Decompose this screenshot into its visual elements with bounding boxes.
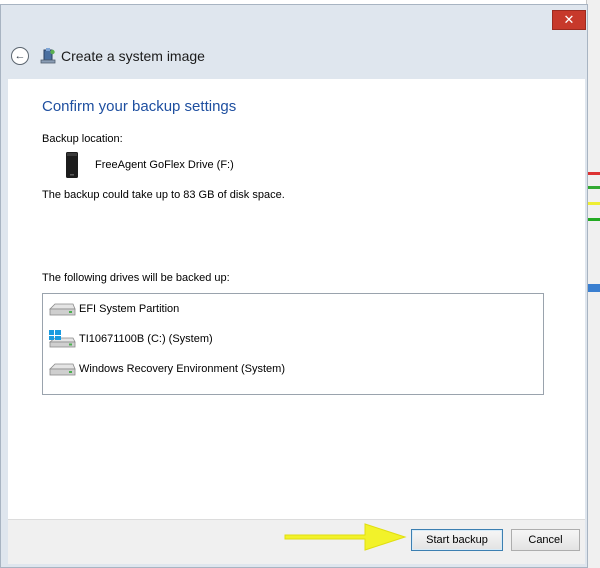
window-title: Create a system image <box>61 48 205 64</box>
backup-location-row: FreeAgent GoFlex Drive (F:) <box>65 151 234 179</box>
drive-label: EFI System Partition <box>79 303 180 315</box>
backup-location-label: Backup location: <box>42 133 123 145</box>
dialog-content: Confirm your backup settings Backup loca… <box>8 79 585 519</box>
drive-label: TI10671100B (C:) (System) <box>79 333 213 345</box>
list-item[interactable]: TI10671100B (C:) (System) <box>47 328 213 350</box>
start-backup-button[interactable]: Start backup <box>411 529 503 551</box>
system-image-dialog: ✕ ← Create a system image Confirm your b… <box>0 4 588 568</box>
background-red-strip <box>588 172 600 175</box>
disk-space-text: The backup could take up to 83 GB of dis… <box>42 189 285 201</box>
drives-label: The following drives will be backed up: <box>42 272 230 284</box>
annotation-arrow-icon <box>284 523 407 551</box>
list-item[interactable]: Windows Recovery Environment (System) <box>47 358 285 380</box>
backup-location-drive: FreeAgent GoFlex Drive (F:) <box>95 159 234 171</box>
drives-list[interactable]: EFI System Partition TI10671100B (C:) (S… <box>42 293 544 395</box>
back-button[interactable]: ← <box>11 47 29 65</box>
cancel-button[interactable]: Cancel <box>511 529 580 551</box>
hard-drive-icon <box>49 303 76 316</box>
background-green-strip <box>588 186 600 189</box>
background-yellow-strip <box>588 202 600 205</box>
close-button[interactable]: ✕ <box>552 10 586 30</box>
backup-app-icon <box>40 48 56 64</box>
windows-drive-icon <box>48 330 76 348</box>
hard-drive-icon <box>49 363 76 376</box>
drive-label: Windows Recovery Environment (System) <box>79 363 286 375</box>
list-item[interactable]: EFI System Partition <box>47 298 179 320</box>
page-heading: Confirm your backup settings <box>42 98 237 115</box>
background-blue-strip <box>588 284 600 292</box>
external-drive-icon <box>66 152 78 178</box>
background-green-strip-2 <box>588 218 600 221</box>
dialog-header: ← Create a system image <box>11 44 511 68</box>
